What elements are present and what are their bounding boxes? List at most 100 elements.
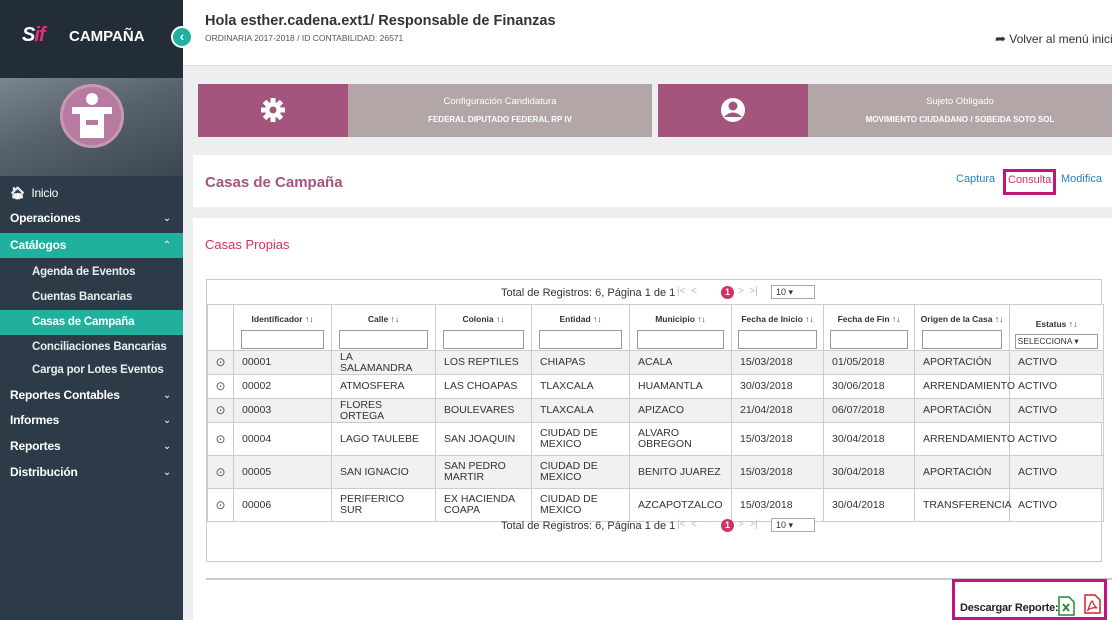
table-cell: ACTIVO: [1009, 350, 1104, 375]
sidebar-subitem-agenda[interactable]: Agenda de Eventos: [0, 260, 183, 285]
card-icon-box: [658, 84, 808, 137]
avatar: [60, 84, 124, 148]
modifica-link[interactable]: Modifica: [1061, 173, 1102, 185]
user-greeting: Hola esther.cadena.ext1/ Responsable de …: [205, 13, 556, 29]
sort-icon[interactable]: ↑↓: [593, 314, 602, 324]
next-page-button[interactable]: >: [738, 286, 744, 297]
column-header[interactable]: Identificador ↑↓: [233, 304, 332, 351]
expand-column-header: [207, 304, 234, 351]
chevron-down-icon: ⌄: [162, 415, 171, 426]
table-cell: BENITO JUAREZ: [629, 455, 732, 489]
column-header[interactable]: Fecha de Fin ↑↓: [823, 304, 915, 351]
candidature-config-card: Configuración Candidatura FEDERAL DIPUTA…: [198, 84, 652, 137]
table-cell: 00004: [233, 422, 332, 456]
sort-icon[interactable]: ↑↓: [892, 314, 901, 324]
sidebar-item-informes[interactable]: Informes ⌄: [0, 408, 183, 433]
sidebar-subitem-label: Carga por Lotes Eventos: [32, 364, 164, 376]
sidebar-subitem-casas[interactable]: Casas de Campaña: [0, 310, 183, 335]
filter-input[interactable]: [830, 330, 908, 349]
prev-page-button[interactable]: <: [691, 286, 697, 297]
back-to-menu-link[interactable]: ➦ Volver al menú inicio: [995, 31, 1112, 47]
sort-icon[interactable]: ↑↓: [305, 314, 314, 324]
first-prev-buttons[interactable]: |< <: [677, 519, 697, 530]
filter-input[interactable]: [339, 330, 428, 349]
column-header[interactable]: Colonia ↑↓: [435, 304, 532, 351]
column-header[interactable]: Calle ↑↓: [331, 304, 436, 351]
sidebar-item-reportes[interactable]: Reportes ⌄: [0, 434, 183, 459]
sort-icon[interactable]: ↑↓: [391, 314, 400, 324]
sidebar-subitem-label: Cuentas Bancarias: [32, 291, 133, 303]
table-cell: 15/03/2018: [731, 455, 824, 489]
sidebar-item-inicio[interactable]: 🏠︎ Inicio: [0, 181, 183, 206]
table-cell: 06/07/2018: [823, 398, 915, 423]
filter-input[interactable]: [637, 330, 724, 349]
collapse-sidebar-button[interactable]: ‹: [171, 26, 193, 48]
sort-icon[interactable]: ↑↓: [995, 314, 1004, 324]
table-row[interactable]: ⊙ 00004 LAGO TAULEBE SAN JOAQUIN CIUDAD DE M…: [207, 422, 1104, 456]
column-header[interactable]: Entidad ↑↓: [531, 304, 630, 351]
filter-input[interactable]: [538, 330, 623, 349]
first-prev-buttons[interactable]: |< <: [677, 286, 697, 297]
sort-icon[interactable]: ↑↓: [1069, 319, 1078, 329]
table-cell: 15/03/2018: [731, 350, 824, 375]
current-page[interactable]: 1: [721, 519, 734, 532]
first-page-button[interactable]: |<: [677, 286, 685, 297]
column-header[interactable]: Municipio ↑↓: [629, 304, 732, 351]
filter-input[interactable]: [442, 330, 525, 349]
sidebar-item-reportes-contables[interactable]: Reportes Contables ⌄: [0, 383, 183, 408]
card-title: Configuración Candidatura: [443, 96, 557, 107]
sidebar-subitem-carga[interactable]: Carga por Lotes Eventos: [0, 358, 183, 383]
sif-logo: Sif: [22, 24, 46, 47]
last-page-button[interactable]: >|: [749, 519, 757, 530]
expand-row-icon[interactable]: ⊙: [207, 398, 234, 423]
table-row[interactable]: ⊙ 00002 ATMOSFERA LAS CHOAPAS TLAXCALA HUAMAN…: [207, 374, 1104, 399]
column-label: Fecha de Fin: [837, 314, 890, 324]
sidebar-item-distribucion[interactable]: Distribución ⌄: [0, 460, 183, 485]
consulta-link[interactable]: Consulta: [1003, 169, 1057, 195]
expand-row-icon[interactable]: ⊙: [207, 350, 234, 375]
expand-row-icon[interactable]: ⊙: [207, 422, 234, 456]
table-cell: ACTIVO: [1009, 374, 1104, 399]
expand-row-icon[interactable]: ⊙: [207, 455, 234, 489]
expand-row-icon[interactable]: ⊙: [207, 374, 234, 399]
sidebar-item-operaciones[interactable]: Operaciones ⌄: [0, 206, 183, 231]
filter-input[interactable]: [921, 330, 1003, 349]
table-cell: LAS CHOAPAS: [435, 374, 532, 399]
column-header[interactable]: Estatus ↑↓ SELECCIONA ▾: [1009, 304, 1104, 351]
sidebar-item-label: Distribución: [10, 465, 78, 479]
sort-icon[interactable]: ↑↓: [697, 314, 706, 324]
table-row[interactable]: ⊙ 00003 FLORES ORTEGA BOULEVARES TLAXCALA API…: [207, 398, 1104, 423]
sidebar-subitem-conciliaciones[interactable]: Conciliaciones Bancarias: [0, 335, 183, 360]
sidebar-subitem-cuentas[interactable]: Cuentas Bancarias: [0, 285, 183, 310]
column-header[interactable]: Fecha de Inicio ↑↓: [731, 304, 824, 351]
column-label: Colonia: [462, 314, 494, 324]
column-header[interactable]: Origen de la Casa ↑↓: [914, 304, 1010, 351]
prev-page-button[interactable]: <: [691, 519, 697, 530]
table-row[interactable]: ⊙ 00005 SAN IGNACIO SAN PEDRO MARTIR CIUDAD …: [207, 455, 1104, 489]
page-size-select[interactable]: 10 ▾: [771, 518, 815, 532]
sort-icon[interactable]: ↑↓: [805, 314, 814, 324]
back-arrow-icon: ➦: [995, 31, 1006, 46]
filter-input[interactable]: [738, 330, 817, 349]
captura-link[interactable]: Captura: [956, 173, 995, 185]
next-last-buttons[interactable]: > >|: [738, 519, 758, 530]
table-cell: ACTIVO: [1009, 398, 1104, 423]
last-page-button[interactable]: >|: [749, 286, 757, 297]
pdf-icon[interactable]: [1084, 594, 1101, 614]
first-page-button[interactable]: |<: [677, 519, 685, 530]
chevron-down-icon: ⌄: [162, 441, 171, 452]
page-size-select[interactable]: 10 ▾: [771, 285, 815, 299]
filter-input[interactable]: [240, 330, 325, 349]
current-page[interactable]: 1: [721, 286, 734, 299]
table-cell: 00005: [233, 455, 332, 489]
excel-icon[interactable]: [1058, 596, 1075, 616]
sidebar-item-catalogos[interactable]: Catálogos ⌃: [0, 233, 183, 258]
sort-icon[interactable]: ↑↓: [496, 314, 505, 324]
card-value: MOVIMIENTO CIUDADANO / SOBEIDA SOTO SOL: [865, 115, 1055, 124]
status-filter-select[interactable]: SELECCIONA ▾: [1014, 334, 1099, 349]
table-cell: LA SALAMANDRA: [331, 350, 436, 375]
table-cell: 15/03/2018: [731, 422, 824, 456]
next-last-buttons[interactable]: > >|: [738, 286, 758, 297]
table-row[interactable]: ⊙ 00001 LA SALAMANDRA LOS REPTILES CHIAPAS AC…: [207, 350, 1104, 375]
next-page-button[interactable]: >: [738, 519, 744, 530]
